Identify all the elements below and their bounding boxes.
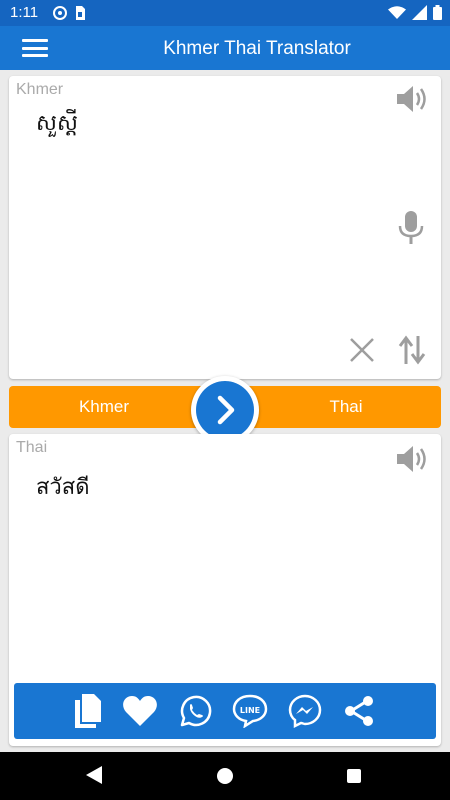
system-nav-bar — [0, 752, 450, 800]
microphone-icon[interactable] — [398, 210, 424, 250]
line-icon[interactable]: LINE — [232, 694, 268, 728]
sync-icon — [52, 5, 68, 25]
app-bar: Khmer Thai Translator — [0, 26, 450, 70]
status-time: 1:11 — [10, 4, 39, 21]
chevron-right-icon — [217, 395, 235, 425]
source-language-button[interactable]: Khmer — [9, 386, 199, 428]
share-icon[interactable] — [342, 694, 376, 728]
messenger-icon[interactable] — [288, 694, 322, 728]
target-language-label: Thai — [16, 439, 48, 456]
favorite-icon[interactable] — [122, 695, 158, 727]
source-text[interactable]: សួស្តី — [36, 109, 78, 141]
swap-icon[interactable] — [398, 334, 426, 370]
target-language-button[interactable]: Thai — [251, 386, 441, 428]
whatsapp-icon[interactable] — [178, 694, 212, 728]
speaker-icon[interactable] — [395, 84, 429, 118]
action-bar: LINE — [14, 683, 436, 739]
signal-icon — [412, 5, 427, 24]
speaker-icon[interactable] — [395, 444, 429, 478]
app-title: Khmer Thai Translator — [163, 38, 351, 59]
recents-icon[interactable] — [347, 769, 361, 783]
source-language-label: Khmer — [16, 81, 64, 98]
copy-icon[interactable] — [74, 693, 102, 729]
home-icon[interactable] — [217, 768, 233, 784]
back-icon[interactable] — [86, 766, 102, 788]
clear-icon[interactable] — [349, 337, 375, 367]
battery-icon — [433, 5, 442, 24]
sim-card-icon — [74, 5, 86, 25]
status-bar: 1:11 — [0, 0, 450, 26]
svg-text:LINE: LINE — [240, 706, 260, 715]
wifi-icon — [388, 5, 406, 24]
source-text-card[interactable]: Khmer សួស្តី — [9, 76, 441, 379]
target-text: สวัสดี — [36, 475, 90, 500]
target-text-card: Thai สวัสดี LINE — [9, 434, 441, 746]
